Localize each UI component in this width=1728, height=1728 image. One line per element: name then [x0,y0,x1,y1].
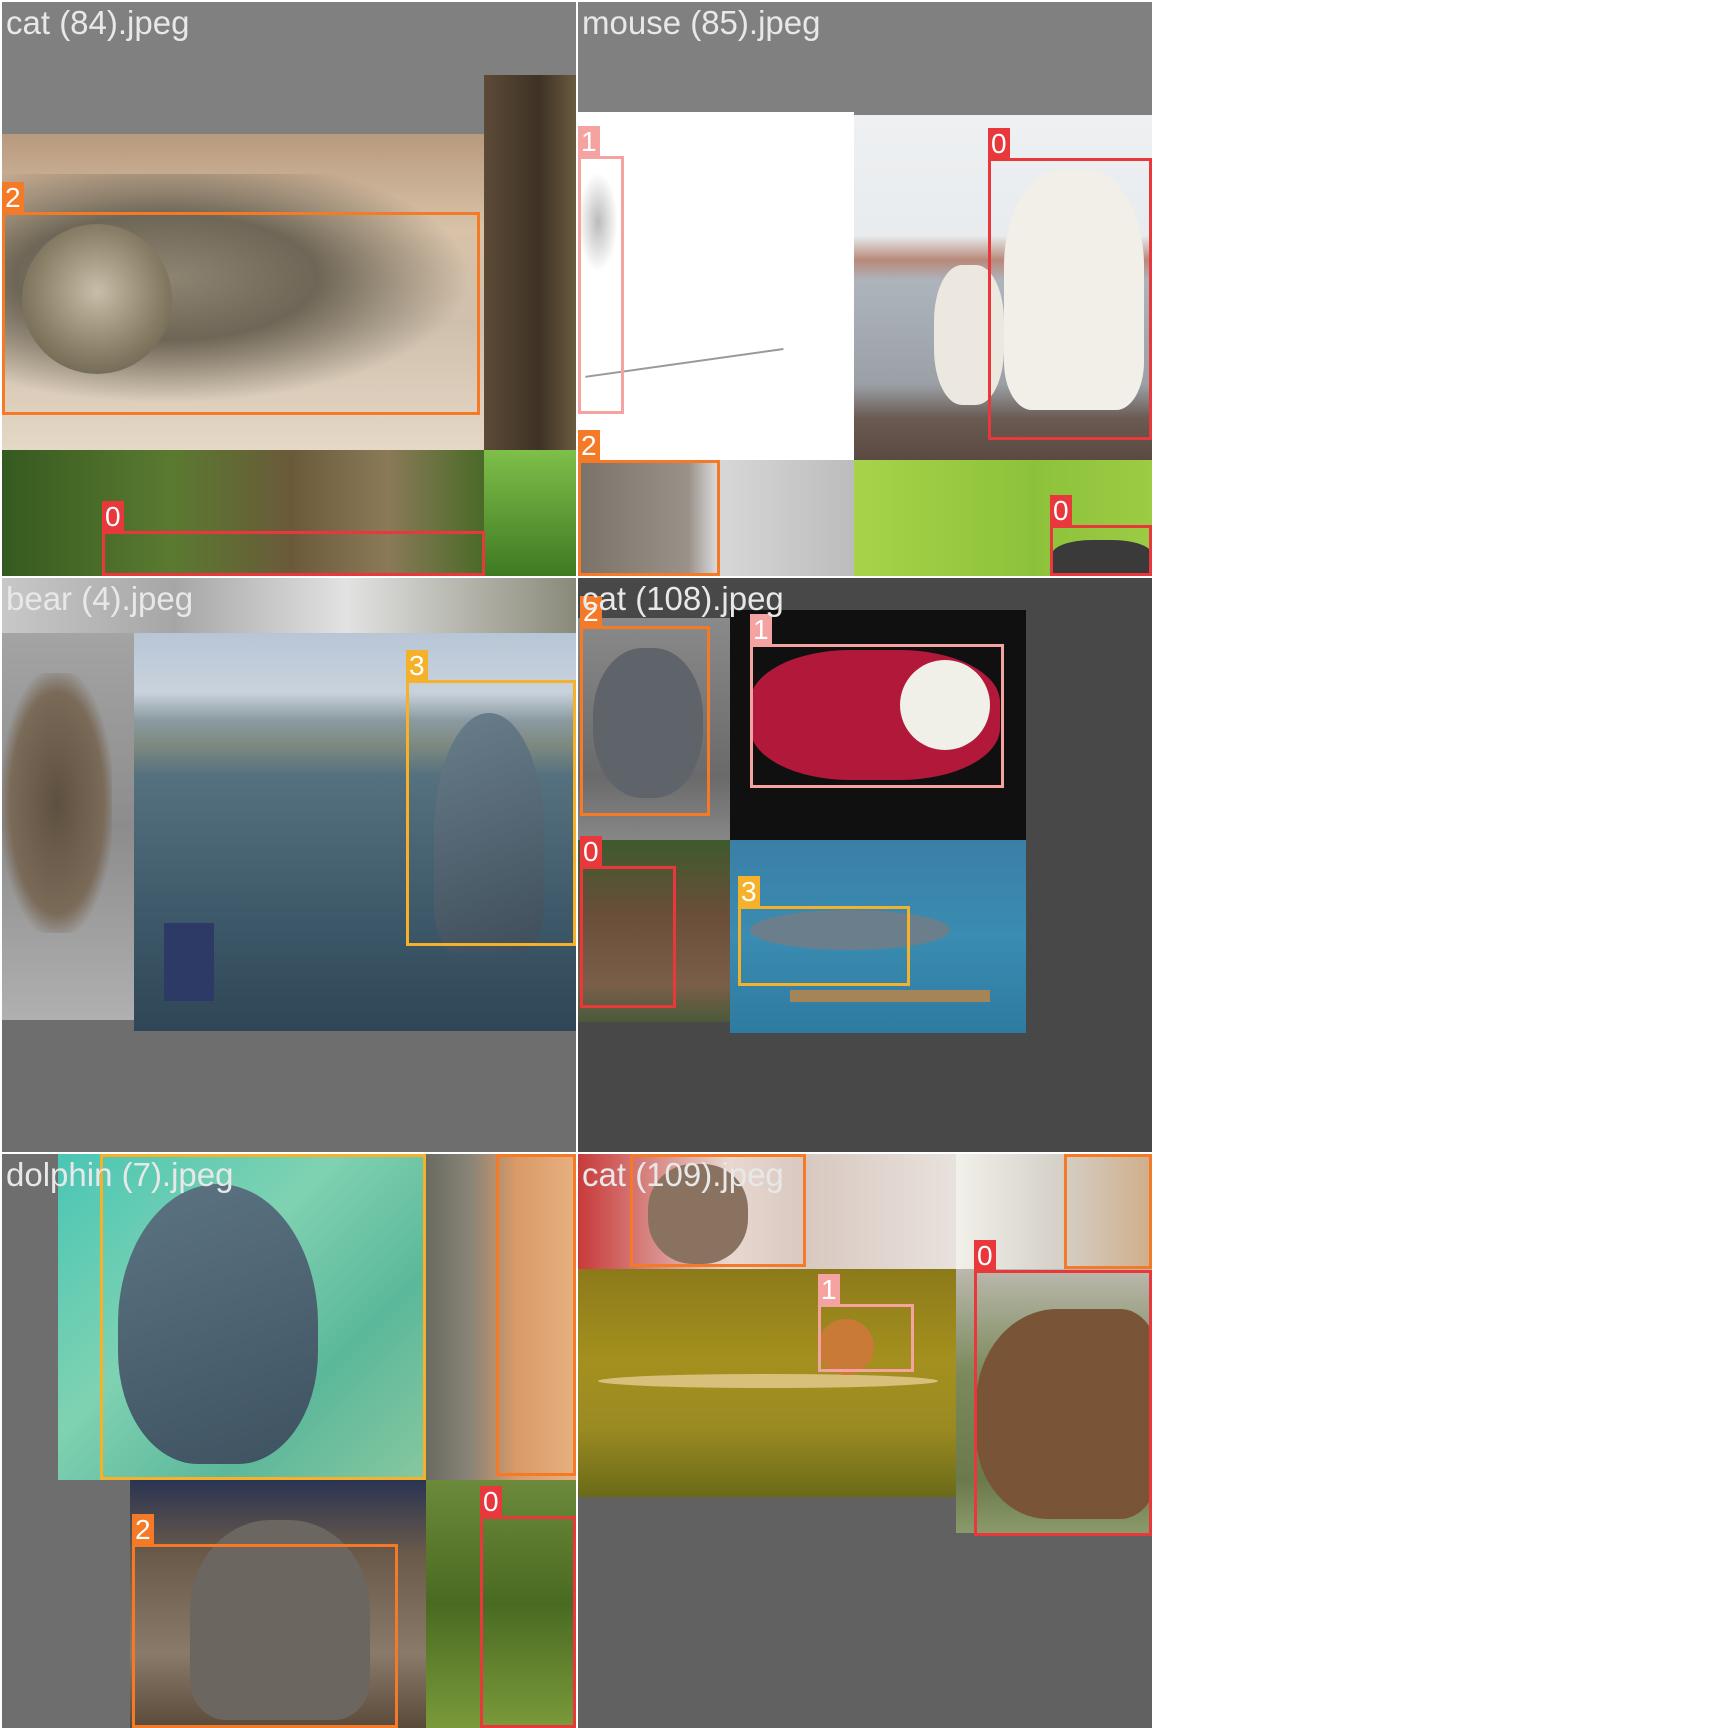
bbox-label: 2 [496,1154,518,1156]
photo-dark-edge [484,75,576,450]
bbox-label: 0 [480,1486,502,1518]
mosaic-grid: cat (84).jpeg 2 0 mouse (85).jpeg 1 0 2 … [0,0,1152,1728]
tile-title: bear (4).jpeg [6,580,194,617]
tile-title: cat (84).jpeg [6,4,190,41]
tile-title: cat (109).jpeg [582,1156,784,1193]
bbox-class-1: 1 [818,1274,914,1372]
bbox-class-0: 0 [988,128,1152,440]
bbox-label: 2 [1064,1154,1086,1156]
bbox-class-2: 2 [580,596,710,816]
tile-title: mouse (85).jpeg [582,4,821,41]
mosaic-tile: cat (108).jpeg 2 1 0 3 [578,578,1152,1152]
bbox-class-2: 2 [496,1154,576,1476]
tile-title: dolphin (7).jpeg [6,1156,234,1193]
mosaic-tile: cat (84).jpeg 2 0 [2,2,576,576]
mosaic-tile: dolphin (7).jpeg 3 2 2 0 [2,1154,576,1728]
bbox-label: 3 [738,876,760,908]
bbox-class-3: 3 [100,1154,426,1480]
bbox-class-3: 3 [738,876,910,986]
bbox-class-1: 1 [750,614,1004,788]
bbox-label: 2 [578,430,600,462]
bbox-class-2: 2 [1064,1154,1152,1269]
bbox-label: 3 [406,650,428,682]
photo-mouse-deer [2,633,134,1020]
bbox-class-2: 2 [132,1514,398,1728]
bbox-class-2: 2 [578,430,720,576]
photo-grass [484,450,576,576]
bbox-class-0: 0 [480,1486,576,1728]
tile-title: cat (108).jpeg [582,580,784,617]
bbox-class-0: 0 [974,1240,1152,1536]
bbox-label: 2 [132,1514,154,1546]
bbox-label: 0 [988,128,1010,160]
bbox-label: 2 [2,182,24,214]
bbox-label: 0 [580,836,602,868]
bbox-label: 0 [102,501,124,533]
bbox-label: 0 [1050,495,1072,527]
bbox-label: 1 [750,614,772,646]
bbox-class-0: 0 [102,501,485,576]
bbox-class-0: 0 [1050,495,1152,576]
bbox-class-1: 1 [578,126,624,414]
bbox-class-0: 0 [580,836,676,1008]
bbox-label: 0 [974,1240,996,1272]
bbox-class-3: 3 [406,650,576,946]
bbox-class-2: 2 [2,182,480,415]
bbox-label: 1 [578,126,600,158]
bbox-label: 1 [818,1274,840,1306]
mosaic-tile: bear (4).jpeg 3 [2,578,576,1152]
mosaic-tile: mouse (85).jpeg 1 0 2 0 [578,2,1152,576]
mosaic-tile: cat (109).jpeg 2 2 1 0 [578,1154,1152,1728]
